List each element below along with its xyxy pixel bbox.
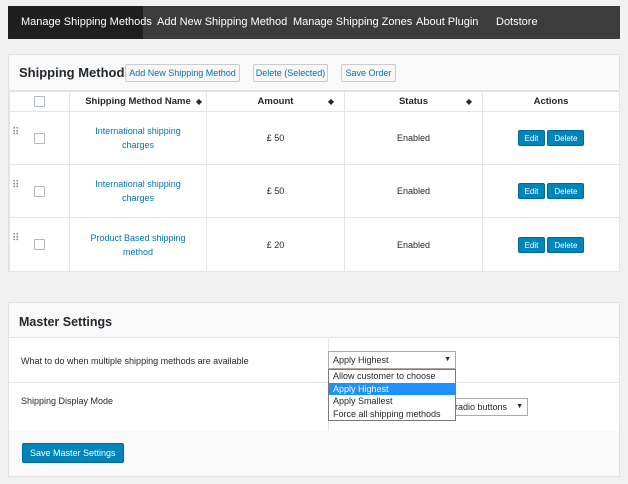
status-value: Enabled bbox=[396, 133, 431, 143]
row-checkbox[interactable] bbox=[34, 239, 45, 251]
master-settings-title: Master Settings bbox=[19, 315, 113, 329]
column-header-actions: Actions bbox=[482, 91, 620, 112]
method-name-cell: International shipping charges bbox=[69, 111, 207, 165]
row-checkbox[interactable] bbox=[34, 185, 45, 197]
display-mode-label: Shipping Display Mode bbox=[21, 396, 114, 406]
amount-cell: £ 50 bbox=[206, 111, 345, 165]
row-select-cell: ⠿ bbox=[9, 111, 70, 165]
delete-selected-button[interactable]: Delete (Selected) bbox=[253, 64, 328, 82]
column-header-actions-label: Actions bbox=[533, 96, 569, 107]
method-name-link[interactable]: International shipping charges bbox=[88, 124, 188, 152]
multiple-methods-label: What to do when multiple shipping method… bbox=[21, 356, 249, 366]
shipping-methods-panel: Shipping Methods Add New Shipping Method… bbox=[8, 54, 620, 272]
amount-value: £ 50 bbox=[266, 186, 285, 196]
column-header-amount[interactable]: Amount ◆ bbox=[206, 91, 345, 112]
row-select-cell: ⠿ bbox=[9, 164, 70, 218]
multiple-methods-dropdown-list: Allow customer to choose Apply Highest A… bbox=[328, 369, 456, 421]
method-name-link[interactable]: Product Based shipping method bbox=[88, 231, 188, 259]
dropdown-option-selected[interactable]: Apply Highest bbox=[329, 382, 455, 395]
multiple-methods-selected-value: Apply Highest bbox=[333, 355, 389, 365]
amount-cell: £ 50 bbox=[206, 164, 345, 218]
tab-dotstore[interactable]: Dotstore bbox=[483, 6, 553, 39]
select-all-cell bbox=[9, 91, 70, 112]
column-header-name[interactable]: Shipping Method Name ◆ bbox=[69, 91, 207, 112]
actions-cell: Edit Delete bbox=[482, 217, 620, 272]
shipping-methods-table: Shipping Method Name ◆ Amount ◆ Status ◆ Ac… bbox=[9, 91, 620, 272]
display-mode-selected-value: radio buttons bbox=[455, 402, 508, 412]
status-value: Enabled bbox=[396, 239, 431, 250]
table-row: ⠿ International shipping charges £ 50 En… bbox=[9, 111, 620, 165]
status-cell: Enabled bbox=[344, 217, 483, 272]
setting-row-multiple-methods: What to do when multiple shipping method… bbox=[9, 338, 619, 383]
add-new-shipping-method-button[interactable]: Add New Shipping Method bbox=[125, 64, 240, 82]
edit-button[interactable]: Edit bbox=[517, 130, 546, 146]
master-settings-panel: Master Settings What to do when multiple… bbox=[8, 302, 620, 477]
select-all-checkbox[interactable] bbox=[34, 95, 45, 107]
actions-cell: Edit Delete bbox=[482, 164, 620, 218]
dropdown-option[interactable]: Apply Smallest bbox=[329, 395, 455, 408]
column-header-name-label: Shipping Method Name bbox=[85, 96, 191, 107]
save-master-settings-button[interactable]: Save Master Settings bbox=[22, 443, 124, 463]
multiple-methods-select[interactable]: Apply Highest ▼ bbox=[328, 351, 456, 369]
column-header-status-label: Status bbox=[398, 96, 429, 107]
shipping-methods-title: Shipping Methods bbox=[19, 65, 132, 80]
edit-button[interactable]: Edit bbox=[517, 183, 546, 199]
method-name-link[interactable]: International shipping charges bbox=[88, 177, 188, 205]
actions-cell: Edit Delete bbox=[482, 111, 620, 165]
amount-value: £ 50 bbox=[266, 133, 285, 143]
delete-button[interactable]: Delete bbox=[547, 183, 585, 199]
edit-button[interactable]: Edit bbox=[517, 236, 546, 253]
sort-icon[interactable]: ◆ bbox=[466, 97, 472, 106]
chevron-down-icon: ▼ bbox=[444, 356, 451, 363]
master-settings-form: What to do when multiple shipping method… bbox=[9, 338, 619, 431]
method-name-cell: Product Based shipping method bbox=[69, 217, 207, 272]
delete-button[interactable]: Delete bbox=[547, 236, 585, 253]
tab-add-new-shipping-method[interactable]: Add New Shipping Method bbox=[143, 6, 287, 39]
status-cell: Enabled bbox=[344, 164, 483, 218]
tab-manage-shipping-zones[interactable]: Manage Shipping Zones bbox=[279, 6, 412, 39]
method-name-cell: International shipping charges bbox=[69, 164, 207, 218]
sort-icon[interactable]: ◆ bbox=[328, 97, 334, 106]
amount-cell: £ 20 bbox=[206, 217, 345, 272]
row-select-cell: ⠿ bbox=[9, 217, 70, 272]
chevron-down-icon: ▼ bbox=[516, 403, 523, 410]
drag-handle-icon[interactable]: ⠿ bbox=[12, 128, 19, 138]
amount-value: £ 20 bbox=[266, 239, 285, 250]
status-value: Enabled bbox=[396, 186, 431, 196]
row-checkbox[interactable] bbox=[34, 132, 45, 144]
sort-icon[interactable]: ◆ bbox=[196, 97, 202, 106]
table-row: ⠿ Product Based shipping method £ 20 Ena… bbox=[9, 217, 620, 272]
drag-handle-icon[interactable]: ⠿ bbox=[12, 181, 19, 191]
status-cell: Enabled bbox=[344, 111, 483, 165]
tab-manage-shipping-methods[interactable]: Manage Shipping Methods bbox=[8, 6, 152, 39]
save-order-button[interactable]: Save Order bbox=[341, 64, 396, 82]
dropdown-option[interactable]: Allow customer to choose bbox=[329, 370, 455, 383]
table-row: ⠿ International shipping charges £ 50 En… bbox=[9, 164, 620, 218]
column-header-status[interactable]: Status ◆ bbox=[344, 91, 483, 112]
column-header-amount-label: Amount bbox=[257, 96, 294, 107]
drag-handle-icon[interactable]: ⠿ bbox=[12, 234, 19, 244]
tab-about-plugin[interactable]: About Plugin bbox=[403, 6, 483, 39]
dropdown-option[interactable]: Force all shipping methods bbox=[329, 408, 455, 421]
delete-button[interactable]: Delete bbox=[547, 130, 585, 146]
top-tab-bar: Manage Shipping Methods Add New Shipping… bbox=[8, 6, 620, 39]
table-header-row: Shipping Method Name ◆ Amount ◆ Status ◆ Ac… bbox=[9, 91, 620, 112]
